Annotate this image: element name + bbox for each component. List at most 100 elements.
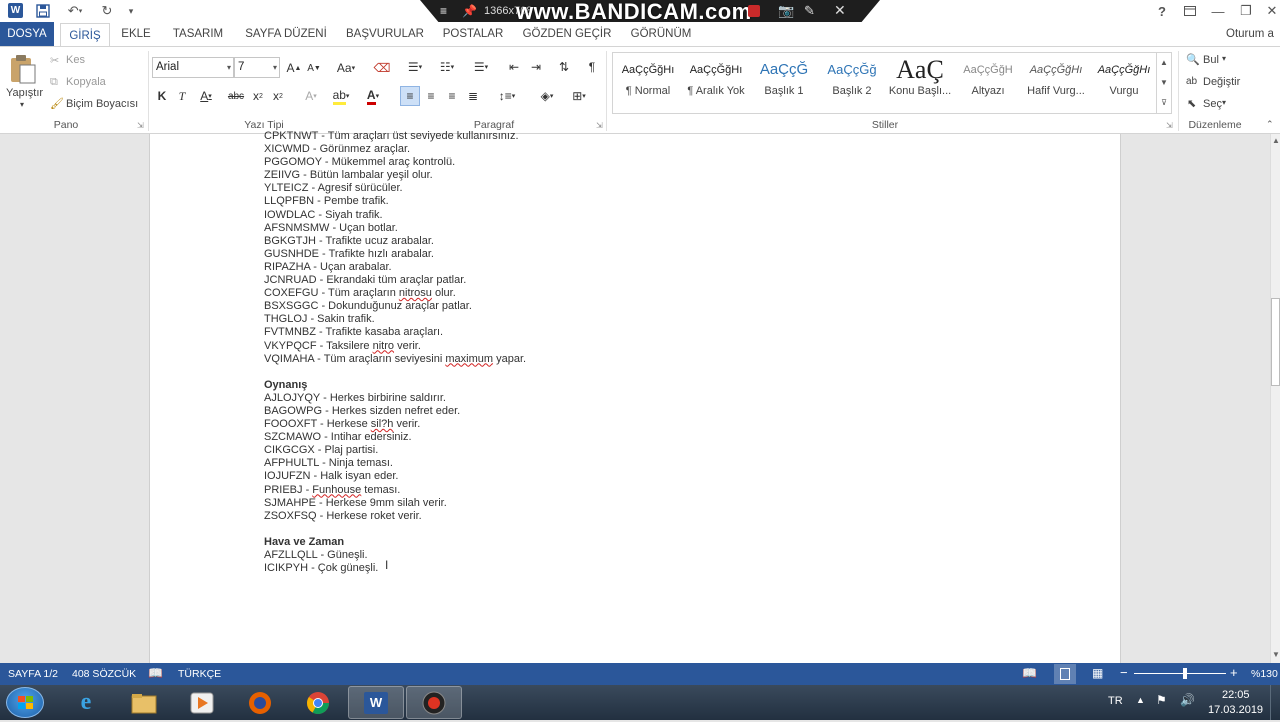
style-subtle-emphasis[interactable]: AaÇçĞğHı Hafif Vurg... (1022, 55, 1090, 111)
tab-references[interactable]: BAŞVURULAR (342, 22, 428, 46)
help-icon[interactable]: ? (1148, 0, 1176, 22)
document-line[interactable]: IOJUFZN - Halk isyan eder. (264, 470, 526, 483)
document-line[interactable]: ZSOXFSQ - Herkese roket verir. (264, 510, 526, 523)
tab-review[interactable]: GÖZDEN GEÇİR (518, 22, 616, 46)
bold-icon[interactable]: K (152, 86, 172, 106)
superscript-icon[interactable]: x2 (268, 86, 288, 106)
language-indicator[interactable]: TÜRKÇE (178, 668, 221, 680)
redo-icon[interactable]: ↻ (98, 2, 116, 20)
save-icon[interactable] (34, 2, 52, 20)
show-desktop-button[interactable] (1270, 685, 1280, 720)
word-taskbar-icon[interactable]: W (348, 686, 404, 719)
document-line[interactable]: JCNRUAD - Ekrandaki tüm araçlar patlar. (264, 274, 526, 287)
document-line[interactable]: CIKGCGX - Plaj partisi. (264, 444, 526, 457)
flag-icon[interactable]: ⚑ (1156, 693, 1167, 707)
find-dropdown-icon[interactable]: ▾ (1222, 54, 1226, 63)
input-language[interactable]: TR (1108, 695, 1123, 707)
document-line[interactable] (264, 523, 526, 536)
misspelled-word[interactable]: nitrosu (399, 287, 432, 299)
document-line[interactable]: XICWMD - Görünmez araçlar. (264, 143, 526, 156)
document-line[interactable]: GUSNHDE - Trafikte hızlı arabalar. (264, 248, 526, 261)
zoom-in-icon[interactable]: + (1230, 665, 1238, 680)
misspelled-word[interactable]: maximum (445, 353, 493, 365)
tab-view[interactable]: GÖRÜNÜM (626, 22, 696, 46)
misspelled-word[interactable]: nitro (373, 340, 394, 352)
document-line[interactable]: AJLOJYQY - Herkes birbirine saldırır. (264, 392, 526, 405)
document-line[interactable]: CPKTNWT - Tüm araçları üst seviyede kull… (264, 130, 526, 143)
paste-button[interactable]: Yapıştır (6, 87, 43, 99)
style-heading-1[interactable]: AaÇçĞ Başlık 1 (750, 55, 818, 111)
customize-toolbar-icon[interactable]: ▾ (122, 2, 140, 20)
font-size-combo[interactable]: 7 ▾ (234, 57, 280, 78)
volume-icon[interactable]: 🔊 (1180, 693, 1195, 707)
change-case-icon[interactable]: Aa ▾ (333, 58, 359, 78)
style-emphasis[interactable]: AaÇçĞğHı Vurgu (1090, 55, 1158, 111)
font-color-icon[interactable]: A ▾ (360, 86, 386, 106)
zoom-slider-thumb[interactable] (1182, 668, 1187, 679)
document-line[interactable]: LLQPFBN - Pembe trafik. (264, 195, 526, 208)
font-launcher-icon[interactable]: ⇲ (596, 121, 603, 130)
document-line[interactable]: BGKGTJH - Trafikte ucuz arabalar. (264, 235, 526, 248)
document-line[interactable]: BSXSGGC - Dokunduğunuz araçlar patlar. (264, 300, 526, 313)
start-button[interactable] (6, 687, 44, 718)
document-line[interactable]: AFPHULTL - Ninja teması. (264, 457, 526, 470)
document-line[interactable]: AFZLLQLL - Güneşli. (264, 549, 526, 562)
document-page[interactable]: CPKTNWT - Tüm araçları üst seviyede kull… (149, 130, 1121, 663)
style-normal[interactable]: AaÇçĞğHı ¶ Normal (614, 55, 682, 111)
restore-icon[interactable]: ❐ (1232, 0, 1260, 22)
scroll-down-icon[interactable]: ▼ (1272, 650, 1280, 659)
text-effects-icon[interactable]: A ▾ (298, 86, 324, 106)
borders-icon[interactable]: ⊞ ▾ (564, 86, 594, 106)
paste-icon[interactable] (8, 53, 42, 87)
document-line[interactable]: RIPAZHA - Uçan arabalar. (264, 261, 526, 274)
document-line[interactable]: COXEFGU - Tüm araçların nitrosu olur. (264, 287, 526, 300)
internet-explorer-icon[interactable]: e (58, 686, 114, 719)
pencil-icon[interactable]: ✎ (804, 3, 815, 19)
shading-icon[interactable]: ◈ ▾ (532, 86, 562, 106)
document-line[interactable]: VKYPQCF - Taksilere nitro verir. (264, 340, 526, 353)
find-button[interactable]: Bul (1203, 54, 1219, 66)
document-line[interactable]: VQIMAHA - Tüm araçların seviyesini maxim… (264, 353, 526, 366)
scroll-up-icon[interactable]: ▲ (1272, 136, 1280, 145)
grow-font-icon[interactable]: A ▲ (284, 58, 304, 78)
clipboard-launcher-icon[interactable]: ⇲ (137, 121, 144, 130)
document-line[interactable]: SJMAHPE - Herkese 9mm silah verir. (264, 497, 526, 510)
read-mode-icon[interactable]: 📖 (1022, 666, 1037, 680)
style-title[interactable]: AaÇ Konu Başlı... (886, 55, 954, 111)
collapse-ribbon-icon[interactable]: ⌃ (1266, 119, 1274, 130)
web-layout-icon[interactable]: ▦ (1092, 666, 1103, 680)
tab-home[interactable]: GİRİŞ (60, 23, 110, 47)
italic-icon[interactable]: T (172, 86, 192, 106)
show-marks-icon[interactable]: ¶ (582, 57, 602, 77)
camera-icon[interactable]: 📷 (778, 3, 794, 19)
tab-file[interactable]: DOSYA (0, 22, 54, 46)
highlight-color-icon[interactable]: ab ▾ (328, 86, 354, 106)
copy-button[interactable]: Kopyala (66, 76, 106, 88)
tab-mailings[interactable]: POSTALAR (438, 22, 508, 46)
tab-insert[interactable]: EKLE (114, 22, 158, 46)
document-line[interactable]: BAGOWPG - Herkes sizden nefret eder. (264, 405, 526, 418)
multilevel-list-icon[interactable]: ☰ ▾ (466, 57, 496, 77)
document-line[interactable]: ZEIIVG - Bütün lambalar yeşil olur. (264, 169, 526, 182)
select-button[interactable]: Seç (1203, 98, 1222, 110)
document-line[interactable]: IOWDLAC - Siyah trafik. (264, 209, 526, 222)
document-line[interactable] (264, 366, 526, 379)
pin-icon[interactable]: 📌 (462, 4, 477, 18)
firefox-icon[interactable] (232, 686, 288, 719)
zoom-slider[interactable] (1134, 673, 1226, 674)
close-recorder-icon[interactable]: ✕ (834, 2, 846, 19)
strikethrough-icon[interactable]: abc (226, 86, 246, 106)
print-layout-icon[interactable] (1054, 664, 1076, 684)
paste-dropdown-icon[interactable]: ▾ (20, 100, 24, 109)
clear-formatting-icon[interactable]: ⌫ (372, 58, 392, 78)
document-line[interactable]: FOOOXFT - Herkese sil?h verir. (264, 418, 526, 431)
scrollbar-thumb[interactable] (1271, 298, 1280, 386)
recorder-menu-icon[interactable]: ≡ (440, 4, 447, 18)
style-subtitle[interactable]: AaÇçĞğH Altyazı (954, 55, 1022, 111)
section-heading[interactable]: Oynanış (264, 379, 526, 392)
justify-icon[interactable]: ≣ (463, 86, 483, 106)
document-line[interactable]: ICIKPYH - Çok güneşli. (264, 562, 526, 575)
document-line[interactable]: AFSNMSMW - Uçan botlar. (264, 222, 526, 235)
increase-indent-icon[interactable]: ⇥ (526, 57, 546, 77)
clock-time[interactable]: 22:05 (1222, 689, 1250, 701)
